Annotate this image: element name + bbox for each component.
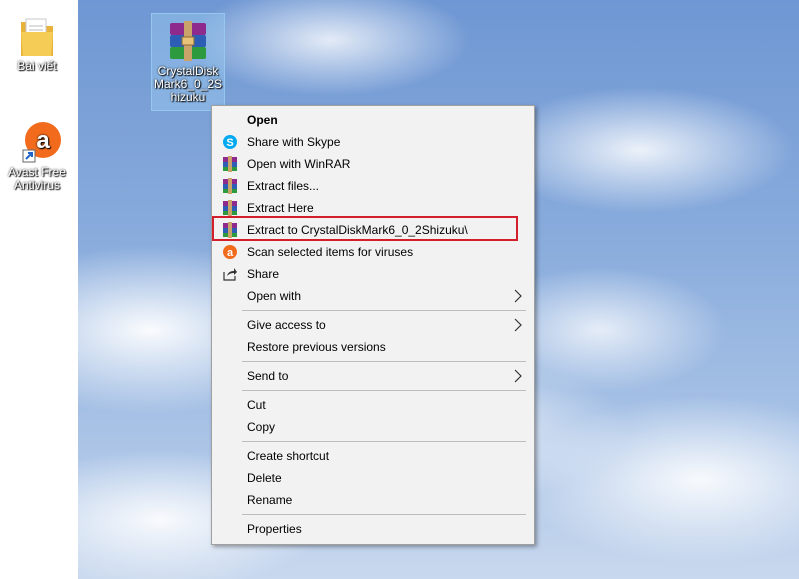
menu-separator [242,441,526,442]
menu-item-open-with-winrar[interactable]: Open with WinRAR [214,153,532,175]
share-icon [223,268,237,281]
desktop-icon-label: Avast Free Antivirus [8,165,66,192]
folder-icon [21,18,53,56]
svg-text:a: a [227,247,234,259]
menu-item-label: Share with Skype [247,135,341,149]
menu-item-share-with-skype[interactable]: S Share with Skype [214,131,532,153]
menu-item-label: Extract Here [247,201,314,215]
menu-item-label: Copy [247,420,276,434]
menu-item-open-with[interactable]: Open with [214,285,532,307]
desktop-left-strip [0,0,78,579]
menu-item-open[interactable]: Open [214,109,532,131]
context-menu: Open S Share with Skype Open with WinRAR… [211,105,535,545]
menu-separator [242,310,526,311]
winrar-archive-icon [170,21,206,61]
menu-item-extract-files[interactable]: Extract files... [214,175,532,197]
menu-item-label: Send to [247,369,289,383]
highlight-annotation-box [212,216,518,241]
menu-item-send-to[interactable]: Send to [214,365,532,387]
menu-item-label: Create shortcut [247,449,330,463]
menu-item-properties[interactable]: Properties [214,518,532,540]
avast-icon: a [22,122,61,163]
menu-item-label: Extract files... [247,179,320,193]
menu-item-label: Share [247,267,280,281]
desktop-icon-label: Bài viết [17,59,57,73]
svg-text:a: a [36,127,50,154]
menu-item-label: Restore previous versions [247,340,386,354]
chevron-right-icon [514,318,522,332]
chevron-right-icon [514,289,522,303]
menu-item-restore-previous-versions[interactable]: Restore previous versions [214,336,532,358]
menu-item-share[interactable]: Share [214,263,532,285]
menu-item-label: Rename [247,493,293,507]
menu-item-rename[interactable]: Rename [214,489,532,511]
menu-item-label: Delete [247,471,282,485]
menu-item-scan-for-viruses[interactable]: a Scan selected items for viruses [214,241,532,263]
chevron-right-icon [514,369,522,383]
menu-item-create-shortcut[interactable]: Create shortcut [214,445,532,467]
menu-item-label: Scan selected items for viruses [247,245,414,259]
menu-separator [242,390,526,391]
desktop-icon-label: CrystalDiskMark6_0_2Shizuku [153,64,223,104]
menu-item-label: Properties [247,522,302,536]
skype-icon: S [223,135,237,149]
menu-separator [242,514,526,515]
menu-item-label: Open with WinRAR [247,157,351,171]
avast-icon: a [223,245,237,259]
menu-item-copy[interactable]: Copy [214,416,532,438]
winrar-icon [223,200,237,216]
menu-item-label: Cut [247,398,266,412]
desktop-icon-avast[interactable]: a Avast Free Antivirus [2,118,72,192]
menu-item-cut[interactable]: Cut [214,394,532,416]
menu-item-label: Open [247,113,278,127]
winrar-icon [223,178,237,194]
menu-separator [242,361,526,362]
menu-item-label: Open with [247,289,302,303]
desktop-icon-crystaldiskmark-archive[interactable]: CrystalDiskMark6_0_2Shizuku [151,13,225,111]
desktop-icon-folder[interactable]: Bài viết [4,14,70,73]
menu-item-give-access-to[interactable]: Give access to [214,314,532,336]
menu-item-delete[interactable]: Delete [214,467,532,489]
svg-text:S: S [226,137,233,149]
menu-item-label: Give access to [247,318,326,332]
winrar-icon [223,156,237,172]
